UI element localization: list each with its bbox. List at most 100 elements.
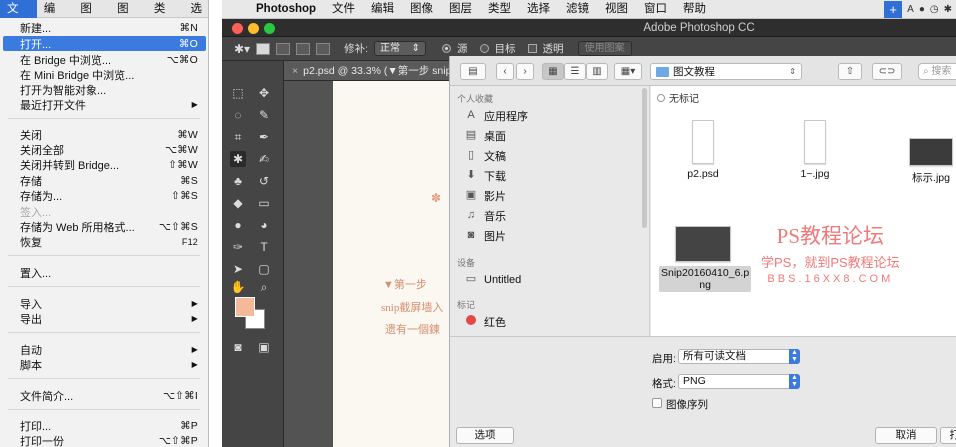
menubar-help[interactable]: 帮助 — [675, 0, 714, 19]
plus-status-icon[interactable]: + — [884, 1, 903, 18]
source-radio[interactable] — [442, 44, 451, 53]
arrange-button[interactable]: ▦▾ — [614, 63, 642, 80]
menu-item-save-for-web[interactable]: 存储为 Web 所用格式... ⌥⇧⌘S — [0, 219, 206, 234]
sidebar-item-movies[interactable]: ▣ 影片 — [464, 187, 506, 204]
menubar-file[interactable]: 文件 — [324, 0, 363, 19]
menu-item-automate[interactable]: 自动 ▶ — [0, 342, 206, 357]
options-button[interactable]: 选项 — [456, 427, 514, 444]
menubar-file[interactable]: 文件 — [0, 0, 37, 33]
marquee-tool-icon[interactable]: ⬚ — [230, 85, 246, 101]
sidebar-item-tag-red[interactable]: 红色 — [464, 313, 506, 330]
sidebar-scrollbar[interactable] — [642, 88, 647, 228]
add-selection-icon[interactable] — [276, 42, 291, 55]
menu-item-open[interactable]: 打开... ⌘O — [3, 36, 206, 51]
menu-item-browse-bridge[interactable]: 在 Bridge 中浏览... ⌥⌘O — [0, 52, 206, 67]
menu-item-close-all[interactable]: 关闭全部 ⌥⌘W — [0, 142, 206, 157]
menu-item-recent-files[interactable]: 最近打开文件 ▶ — [0, 97, 206, 112]
zoom-tool-icon[interactable]: ⌕ — [256, 279, 272, 295]
patch-mode-select[interactable]: 正常 ⇕ — [374, 41, 426, 56]
sidebar-item-pictures[interactable]: ◙ 图片 — [464, 227, 506, 244]
eraser-tool-icon[interactable]: ◆ — [230, 195, 246, 211]
file-item-p2-psd[interactable]: p2.psd — [659, 120, 747, 180]
new-selection-icon[interactable] — [256, 42, 271, 55]
sidebar-item-untitled[interactable]: ▭ Untitled — [464, 271, 522, 288]
menu-item-save[interactable]: 存储 ⌘S — [0, 173, 206, 188]
patch-tool-icon[interactable]: ✱ — [230, 151, 246, 167]
hand-tool-icon[interactable]: ✋ — [230, 279, 246, 295]
menubar-image[interactable]: 图像 — [73, 0, 110, 33]
sidebar-item-music[interactable]: ♫ 音乐 — [464, 207, 506, 224]
file-item-snip-png[interactable]: Snip20160410_6.p ng — [659, 226, 752, 292]
menubar-layer[interactable]: 图层 — [110, 0, 147, 33]
screen-mode-icon[interactable]: ▣ — [256, 339, 272, 355]
sidebar-item-documents[interactable]: ▯ 文稿 — [464, 147, 506, 164]
timemachine-status-icon[interactable]: ◷ — [930, 4, 939, 15]
icon-view-button[interactable]: ▦ — [542, 63, 564, 80]
menu-item-import[interactable]: 导入 ▶ — [0, 296, 206, 311]
quick-select-tool-icon[interactable]: ✎ — [256, 107, 272, 123]
sidebar-item-downloads[interactable]: ⬇ 下载 — [464, 167, 506, 184]
menubar-type[interactable]: 类型 — [147, 0, 184, 33]
menu-item-place[interactable]: 置入... — [0, 265, 206, 280]
menu-item-print-one-copy[interactable]: 打印一份 ⌥⇧⌘P — [0, 433, 206, 447]
target-radio[interactable] — [479, 44, 489, 53]
use-pattern-button[interactable]: 使用图案 — [577, 41, 632, 56]
menubar-window[interactable]: 窗口 — [636, 0, 675, 19]
menu-item-new[interactable]: 新建... ⌘N — [0, 20, 206, 35]
gradient-tool-icon[interactable]: ▭ — [256, 195, 272, 211]
sidebar-item-applications[interactable]: A 应用程序 — [464, 107, 528, 124]
menu-item-revert[interactable]: 恢复 F12 — [0, 234, 206, 249]
stamp-tool-icon[interactable]: ♣ — [230, 173, 246, 189]
brush-tool-icon[interactable]: ✍ — [256, 151, 272, 167]
user-status-icon[interactable]: ● — [919, 4, 925, 15]
document-canvas[interactable]: ✽ ▼第一步 snip截屏墙入 遗有一個鍊 — [333, 81, 450, 447]
document-tab[interactable]: × p2.psd @ 33.3% (▼第一步 snip截屏... — [284, 61, 450, 81]
path-select-tool-icon[interactable]: ➤ — [230, 261, 246, 277]
column-view-button[interactable]: ▥ — [586, 63, 608, 80]
menubar-photoshop[interactable]: Photoshop — [248, 0, 324, 19]
menubar-edit[interactable]: 编辑 — [37, 0, 74, 33]
forward-button[interactable]: › — [516, 63, 534, 80]
file-item-1-jpg[interactable]: 1~.jpg — [771, 120, 859, 180]
menubar-select[interactable]: 选 — [184, 0, 208, 18]
format-select[interactable]: PNG ▲ ▼ — [678, 374, 800, 389]
type-tool-icon[interactable]: T — [256, 239, 272, 255]
intersect-selection-icon[interactable] — [316, 42, 331, 55]
subtract-selection-icon[interactable] — [296, 42, 311, 55]
menubar-type[interactable]: 类型 — [480, 0, 519, 19]
menubar-image[interactable]: 图像 — [402, 0, 441, 19]
menu-item-print[interactable]: 打印... ⌘P — [0, 418, 206, 433]
eyedropper-tool-icon[interactable]: ✒ — [256, 129, 272, 145]
menubar-filter[interactable]: 滤镜 — [558, 0, 597, 19]
menu-item-close[interactable]: 关闭 ⌘W — [0, 127, 206, 142]
menu-item-open-smart-object[interactable]: 打开为智能对象... — [0, 82, 206, 97]
search-input[interactable]: ⌕ 搜索 — [918, 63, 956, 80]
enable-select[interactable]: 所有可读文档 ▲ ▼ — [678, 349, 800, 364]
file-item-biaoshi-jpg[interactable]: 标示.jpg — [887, 138, 956, 185]
menu-item-browse-mini-bridge[interactable]: 在 Mini Bridge 中浏览... — [0, 67, 206, 82]
sidebar-item-desktop[interactable]: ▤ 桌面 — [464, 127, 506, 144]
pen-tool-icon[interactable]: ✑ — [230, 239, 246, 255]
history-brush-tool-icon[interactable]: ↺ — [256, 173, 272, 189]
share-icon[interactable]: ⇧ — [838, 63, 862, 80]
menu-item-file-info[interactable]: 文件简介... ⌥⇧⌘I — [0, 388, 206, 403]
open-button[interactable]: 打开 — [940, 427, 956, 444]
path-popup[interactable]: 图文教程 ⇕ — [650, 63, 802, 80]
menu-item-save-as[interactable]: 存储为... ⇧⌘S — [0, 188, 206, 203]
bluetooth-status-icon[interactable]: ✱ — [944, 4, 952, 15]
list-view-button[interactable]: ☰ — [564, 63, 586, 80]
quick-mask-icon[interactable]: ◙ — [230, 339, 246, 355]
crop-tool-icon[interactable]: ⌗ — [230, 129, 246, 145]
menubar-select[interactable]: 选择 — [519, 0, 558, 19]
sidebar-toggle-icon[interactable]: ▤ — [460, 63, 486, 80]
menu-item-export[interactable]: 导出 ▶ — [0, 311, 206, 326]
foreground-color-swatch[interactable] — [235, 297, 255, 317]
menu-item-close-goto-bridge[interactable]: 关闭并转到 Bridge... ⇧⌘W — [0, 157, 206, 172]
menu-item-scripts[interactable]: 脚本 ▶ — [0, 357, 206, 372]
menubar-layer[interactable]: 图层 — [441, 0, 480, 19]
back-button[interactable]: ‹ — [496, 63, 514, 80]
cancel-button[interactable]: 取消 — [875, 427, 937, 444]
lasso-tool-icon[interactable]: ◌ — [230, 107, 246, 123]
patch-tool-preset-icon[interactable]: ✱▾ — [234, 42, 250, 56]
tag-icon[interactable]: ⊂⊃ — [872, 63, 902, 80]
